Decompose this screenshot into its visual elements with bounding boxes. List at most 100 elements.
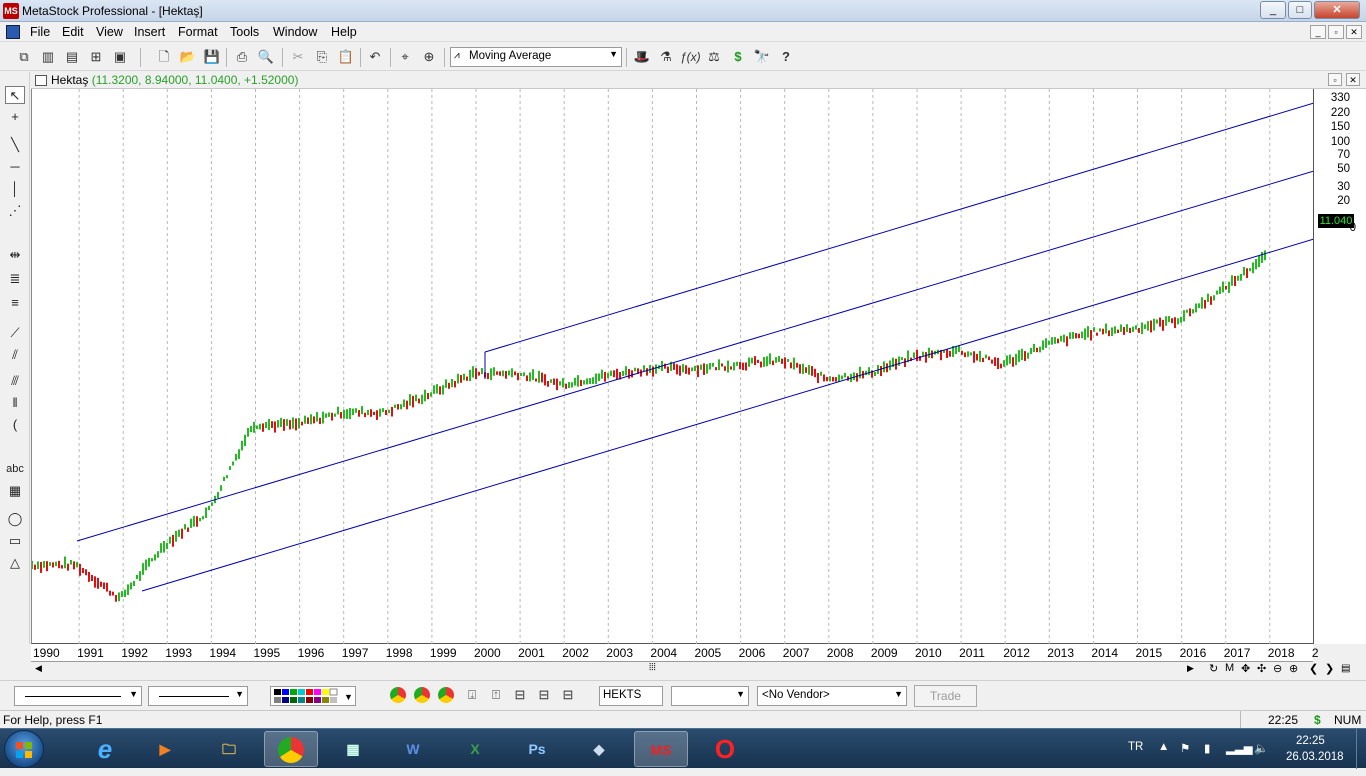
- calculator-icon[interactable]: ▦: [326, 731, 380, 767]
- internet-explorer-icon[interactable]: e: [78, 731, 132, 767]
- chart-restore-button[interactable]: ▫: [1328, 73, 1342, 86]
- indicator-select[interactable]: ⩘ Moving Average ▼: [450, 47, 622, 67]
- page-icon[interactable]: ▤: [1341, 663, 1350, 674]
- window-tile-icon[interactable]: ⊟: [510, 686, 530, 704]
- maximize-button[interactable]: □: [1288, 1, 1312, 19]
- tile-vertical-icon[interactable]: ▥: [38, 48, 58, 66]
- save-icon[interactable]: 💾: [202, 48, 222, 66]
- document-icon[interactable]: [6, 25, 20, 39]
- trade-button[interactable]: Trade: [914, 685, 977, 707]
- formula-icon[interactable]: ƒ(x): [680, 48, 701, 66]
- mdi-close-button[interactable]: ✕: [1346, 25, 1362, 39]
- power-icon[interactable]: ▮: [1204, 741, 1210, 755]
- period-select[interactable]: ▼: [671, 686, 749, 706]
- opera-icon[interactable]: O: [698, 731, 752, 767]
- refresh-icon[interactable]: ↻: [1209, 662, 1218, 675]
- new-icon[interactable]: 🗋: [154, 48, 174, 66]
- chart-close-button[interactable]: ✕: [1346, 73, 1360, 86]
- tile-icon[interactable]: ⊞: [86, 48, 106, 66]
- grid-icon[interactable]: ▦: [5, 482, 25, 500]
- fibonacci-fan-icon[interactable]: ≡: [5, 294, 25, 312]
- language-indicator[interactable]: TR: [1128, 741, 1143, 753]
- volume-icon[interactable]: 🔈: [1254, 741, 1268, 755]
- ellipse-icon[interactable]: ◯: [5, 510, 25, 528]
- explorer-icon[interactable]: ⚗: [656, 48, 676, 66]
- trendline-icon[interactable]: ╲: [5, 136, 25, 154]
- expert-icon[interactable]: 🎩: [632, 48, 652, 66]
- file-explorer-icon[interactable]: 🗀: [202, 731, 256, 767]
- media-player-icon[interactable]: ▶: [138, 731, 192, 767]
- scroll-right-icon[interactable]: ▶: [1187, 663, 1194, 674]
- copy-icon[interactable]: ⎘: [312, 48, 332, 66]
- window-split-icon[interactable]: ⊟: [534, 686, 554, 704]
- triangle-icon[interactable]: △: [5, 554, 25, 572]
- speedline-icon[interactable]: ⇹: [5, 246, 25, 264]
- show-hidden-icons[interactable]: ▲: [1158, 741, 1169, 753]
- cut-icon[interactable]: ✂: [288, 48, 308, 66]
- menu-view[interactable]: View: [96, 25, 123, 39]
- print-icon[interactable]: ⎙: [232, 48, 252, 66]
- close-button[interactable]: ✕: [1314, 1, 1360, 19]
- m-icon[interactable]: M: [1225, 662, 1234, 674]
- cycle-lines-icon[interactable]: ‖: [5, 394, 25, 412]
- window-stack-icon[interactable]: ⊟: [558, 686, 578, 704]
- menu-insert[interactable]: Insert: [134, 25, 165, 39]
- dollar-icon[interactable]: $: [728, 48, 748, 66]
- menu-tools[interactable]: Tools: [230, 25, 259, 39]
- step-right-icon[interactable]: ❯: [1325, 662, 1334, 675]
- browser-icon[interactable]: [438, 687, 454, 703]
- crosshair-tool-icon[interactable]: +: [5, 108, 25, 126]
- zoom-icon[interactable]: ⊕: [419, 48, 439, 66]
- menu-file[interactable]: File: [30, 25, 50, 39]
- zoom-in-icon[interactable]: ⊕: [1289, 662, 1298, 675]
- rectangle-icon[interactable]: ▭: [5, 532, 25, 550]
- clock-date[interactable]: 26.03.2018: [1286, 751, 1344, 763]
- print-preview-icon[interactable]: 🔍: [256, 48, 276, 66]
- fibonacci-icon[interactable]: ≣: [5, 270, 25, 288]
- y-axis[interactable]: 330 220 150 100 70 50 30 20 0 11.040: [1313, 89, 1366, 644]
- start-button[interactable]: [4, 730, 44, 768]
- photoshop-icon[interactable]: Ps: [510, 731, 564, 767]
- cycle-icon[interactable]: ⫻: [5, 372, 25, 390]
- open-icon[interactable]: 📂: [178, 48, 198, 66]
- metastock-app-icon[interactable]: MS: [3, 3, 19, 19]
- show-desktop-button[interactable]: [1356, 729, 1366, 769]
- menu-edit[interactable]: Edit: [62, 25, 84, 39]
- crosshair-icon[interactable]: ⌖: [395, 48, 415, 66]
- tile-horizontal-icon[interactable]: ▤: [62, 48, 82, 66]
- chrome-taskbar-button[interactable]: [264, 731, 318, 767]
- line-weight-select[interactable]: ▼: [148, 686, 248, 706]
- export-icon[interactable]: ⍐: [486, 686, 506, 704]
- chart-window-icon[interactable]: [35, 75, 47, 86]
- menu-window[interactable]: Window: [273, 25, 317, 39]
- step-left-icon[interactable]: ❮: [1309, 662, 1318, 675]
- zoom-fit-icon[interactable]: ✥: [1241, 662, 1250, 675]
- metastock-taskbar-button[interactable]: MS: [634, 731, 688, 767]
- app-icon[interactable]: ◆: [572, 731, 626, 767]
- price-chart[interactable]: [31, 89, 1315, 644]
- menu-format[interactable]: Format: [178, 25, 218, 39]
- layout-icon[interactable]: ▣: [110, 48, 130, 66]
- horizontal-line-icon[interactable]: ─: [5, 158, 25, 176]
- fan-icon[interactable]: ⋰: [5, 202, 25, 220]
- color-palette[interactable]: ▼: [270, 686, 356, 706]
- excel-icon[interactable]: X: [448, 731, 502, 767]
- channel-icon[interactable]: ⟋: [5, 324, 25, 342]
- mdi-restore-button[interactable]: ▫: [1328, 25, 1344, 39]
- menu-help[interactable]: Help: [331, 25, 357, 39]
- help-icon[interactable]: ?: [776, 48, 796, 66]
- browser-icon[interactable]: [390, 687, 406, 703]
- paste-icon[interactable]: 📋: [336, 48, 356, 66]
- mdi-minimize-button[interactable]: _: [1310, 25, 1326, 39]
- symbol-input[interactable]: HEKTS: [599, 686, 663, 706]
- minimize-button[interactable]: _: [1260, 1, 1286, 19]
- vendor-select[interactable]: <No Vendor> ▼: [757, 686, 907, 706]
- horizontal-scrollbar[interactable]: ◀ ⦙⦙⦙ ▶ ↻ M ✥ ✣ ⊖ ⊕ ❮ ❯ ▤: [31, 662, 1366, 678]
- browser-icon[interactable]: [414, 687, 430, 703]
- gann-icon[interactable]: ⫽: [5, 346, 25, 364]
- binoculars-icon[interactable]: 🔭: [752, 48, 772, 66]
- system-tester-icon[interactable]: ⚖: [704, 48, 724, 66]
- word-icon[interactable]: W: [386, 731, 440, 767]
- move-icon[interactable]: ✣: [1257, 662, 1266, 675]
- pointer-icon[interactable]: ↖: [5, 86, 25, 104]
